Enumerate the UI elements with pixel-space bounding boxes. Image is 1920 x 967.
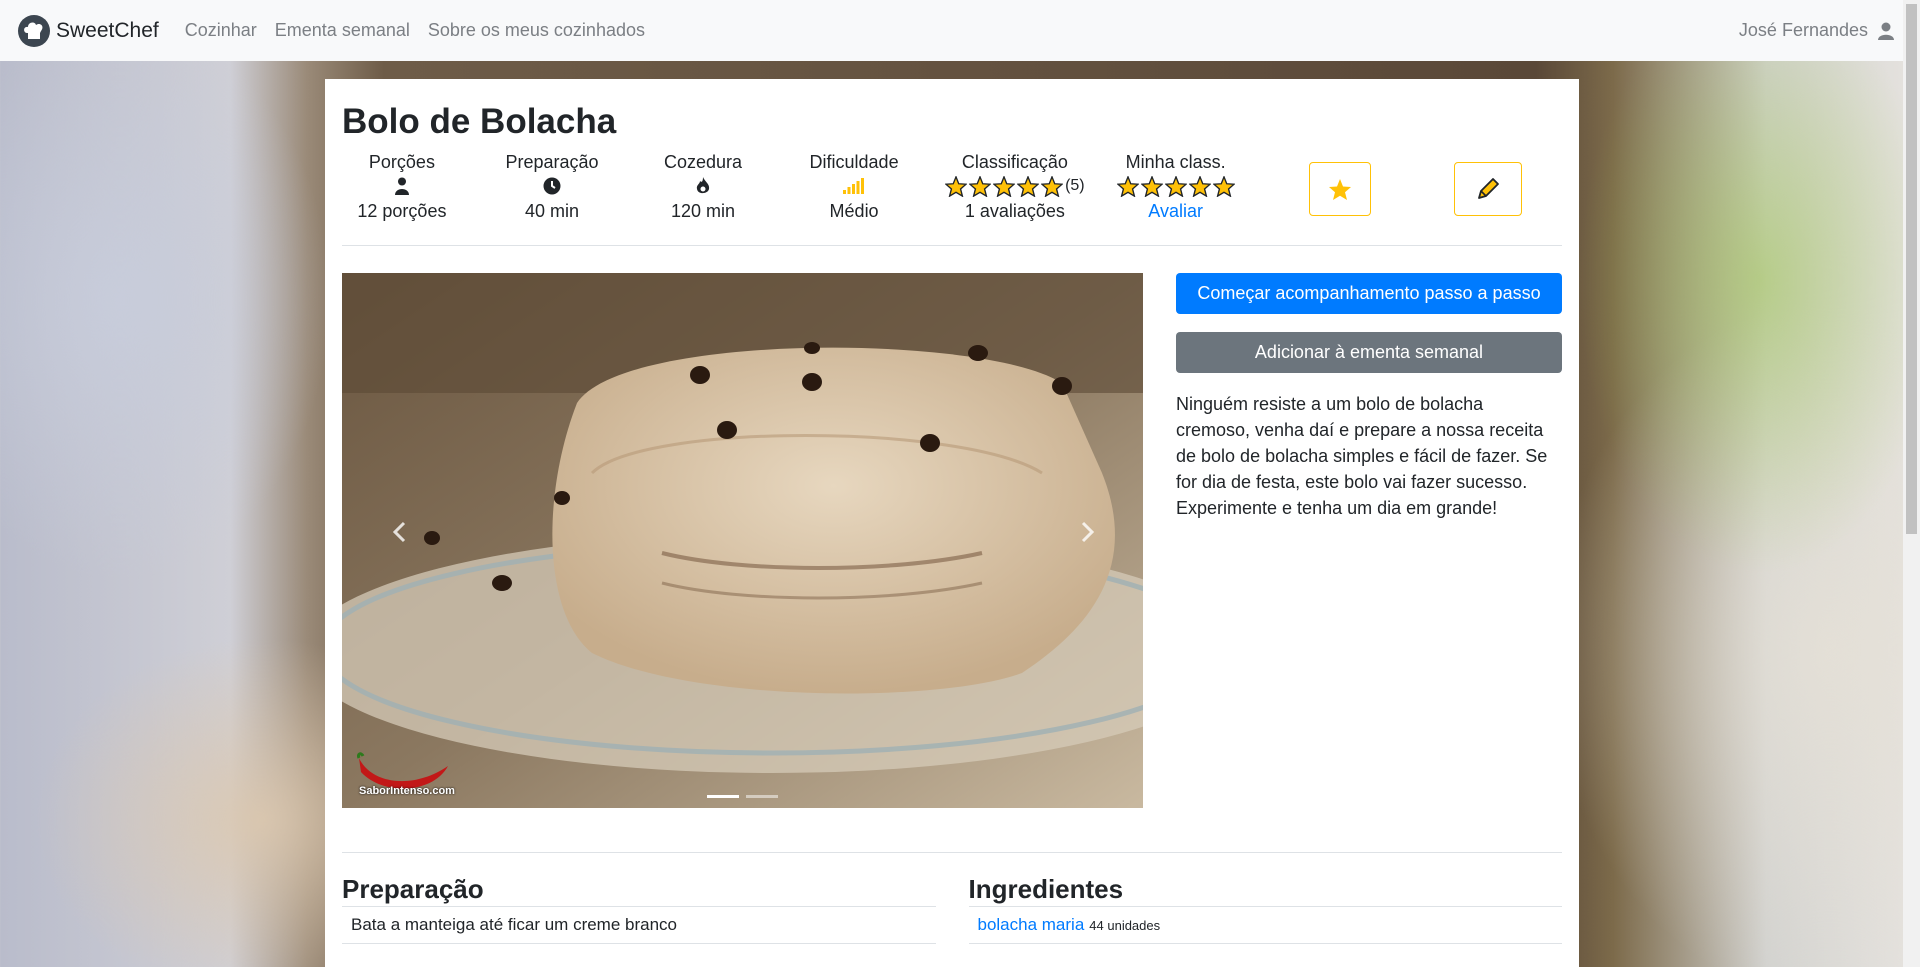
nav-link-sobre[interactable]: Sobre os meus cozinhados (428, 20, 645, 41)
stat-portions: Porções 12 porções (342, 151, 462, 223)
rate-link[interactable]: Avaliar (1086, 199, 1266, 223)
preparation-step (342, 944, 936, 967)
ingredient-item (969, 944, 1563, 967)
prep-label: Preparação (505, 152, 599, 172)
ingredients-section: Ingredientes bolacha maria 44 unidades (968, 871, 1563, 967)
user-menu[interactable]: José Fernandes (1739, 20, 1894, 41)
step-text: Bata a manteiga até ficar um creme branc… (351, 915, 677, 934)
preparation-section: Preparação Bata a manteiga até ficar um … (342, 871, 936, 967)
carousel-next-icon[interactable] (1081, 521, 1095, 543)
nav-link-ementa-semanal[interactable]: Ementa semanal (275, 20, 410, 41)
add-to-weekly-menu-button[interactable]: Adicionar à ementa semanal (1176, 332, 1562, 373)
stat-preparation: Preparação 40 min (462, 151, 642, 223)
carousel-prev-icon[interactable] (392, 521, 406, 543)
my-rating-label: Minha class. (1125, 152, 1226, 172)
star-icon[interactable] (1140, 175, 1163, 197)
recipe-title: Bolo de Bolacha (342, 102, 617, 141)
ingredient-link[interactable]: bolacha maria (978, 915, 1085, 935)
star-icon[interactable] (1164, 175, 1187, 197)
star-icon (969, 175, 992, 197)
portions-value: 12 porções (357, 201, 447, 221)
stat-cooking: Cozedura 120 min (642, 151, 764, 223)
cook-label: Cozedura (664, 152, 743, 172)
ingredient-item: bolacha maria 44 unidades (968, 907, 1562, 944)
carousel-indicator[interactable] (746, 795, 778, 798)
preparation-heading: Preparação (342, 871, 936, 907)
star-icon (993, 175, 1016, 197)
my-rating-stars[interactable] (1086, 173, 1266, 199)
prep-value: 40 min (524, 201, 579, 221)
person-icon (394, 177, 409, 195)
nav-link-cozinhar[interactable]: Cozinhar (185, 20, 257, 41)
star-icon (945, 175, 968, 197)
ingredient-quantity: 44 unidades (1089, 917, 1161, 933)
star-icon (1041, 175, 1064, 197)
signal-bars-icon (843, 178, 865, 194)
brand-name: SweetChef (56, 18, 159, 42)
flame-icon (696, 177, 710, 194)
recipe-stats: Porções 12 porções Preparação 40 min Coz… (342, 151, 1562, 246)
stat-rating: Classificação (5) 1 avaliações (944, 151, 1085, 223)
clock-icon (543, 177, 561, 195)
user-icon (1878, 22, 1894, 40)
star-icon (1328, 178, 1351, 200)
preparation-step: Bata a manteiga até ficar um creme branc… (342, 907, 936, 944)
pencil-icon (1478, 178, 1499, 199)
edit-button[interactable] (1453, 162, 1522, 216)
carousel-indicators (342, 795, 1143, 798)
navbar: SweetChef Cozinhar Ementa semanal Sobre … (0, 0, 1920, 61)
rating-stars-count: (5) (1065, 177, 1085, 194)
difficulty-value: Médio (829, 201, 879, 221)
recipe-side-panel: Começar acompanhamento passo a passo Adi… (1176, 273, 1562, 808)
star-icon[interactable] (1212, 175, 1235, 197)
difficulty-label: Dificuldade (809, 152, 899, 172)
portions-label: Porções (368, 152, 435, 172)
carousel-indicator[interactable] (707, 795, 739, 798)
stat-my-rating: Minha class. Avaliar (1086, 151, 1266, 223)
recipe-image-carousel[interactable]: SaborIntenso.com (342, 273, 1143, 808)
rating-reviews: 1 avaliações (964, 201, 1065, 221)
cake-photo (342, 273, 1143, 808)
cook-value: 120 min (671, 201, 736, 221)
stat-difficulty: Dificuldade Médio (764, 151, 944, 223)
start-step-by-step-button[interactable]: Começar acompanhamento passo a passo (1176, 273, 1562, 314)
star-icon[interactable] (1188, 175, 1211, 197)
favorite-button[interactable] (1308, 162, 1371, 216)
star-icon[interactable] (1116, 175, 1139, 197)
recipe-description: Ninguém resiste a um bolo de bolacha cre… (1176, 394, 1548, 518)
recipe-card: Bolo de Bolacha Porções 12 porções Prepa… (325, 79, 1579, 967)
rating-label: Classificação (961, 152, 1068, 172)
star-icon (1017, 175, 1040, 197)
rating-stars: (5) (944, 173, 1085, 199)
chef-hat-icon (18, 14, 50, 47)
page-scrollbar[interactable] (1903, 0, 1920, 967)
ingredients-heading: Ingredientes (968, 871, 1562, 907)
user-name: José Fernandes (1738, 20, 1868, 40)
scrollbar-thumb[interactable] (1906, 4, 1917, 534)
brand-link[interactable]: SweetChef (18, 14, 159, 47)
